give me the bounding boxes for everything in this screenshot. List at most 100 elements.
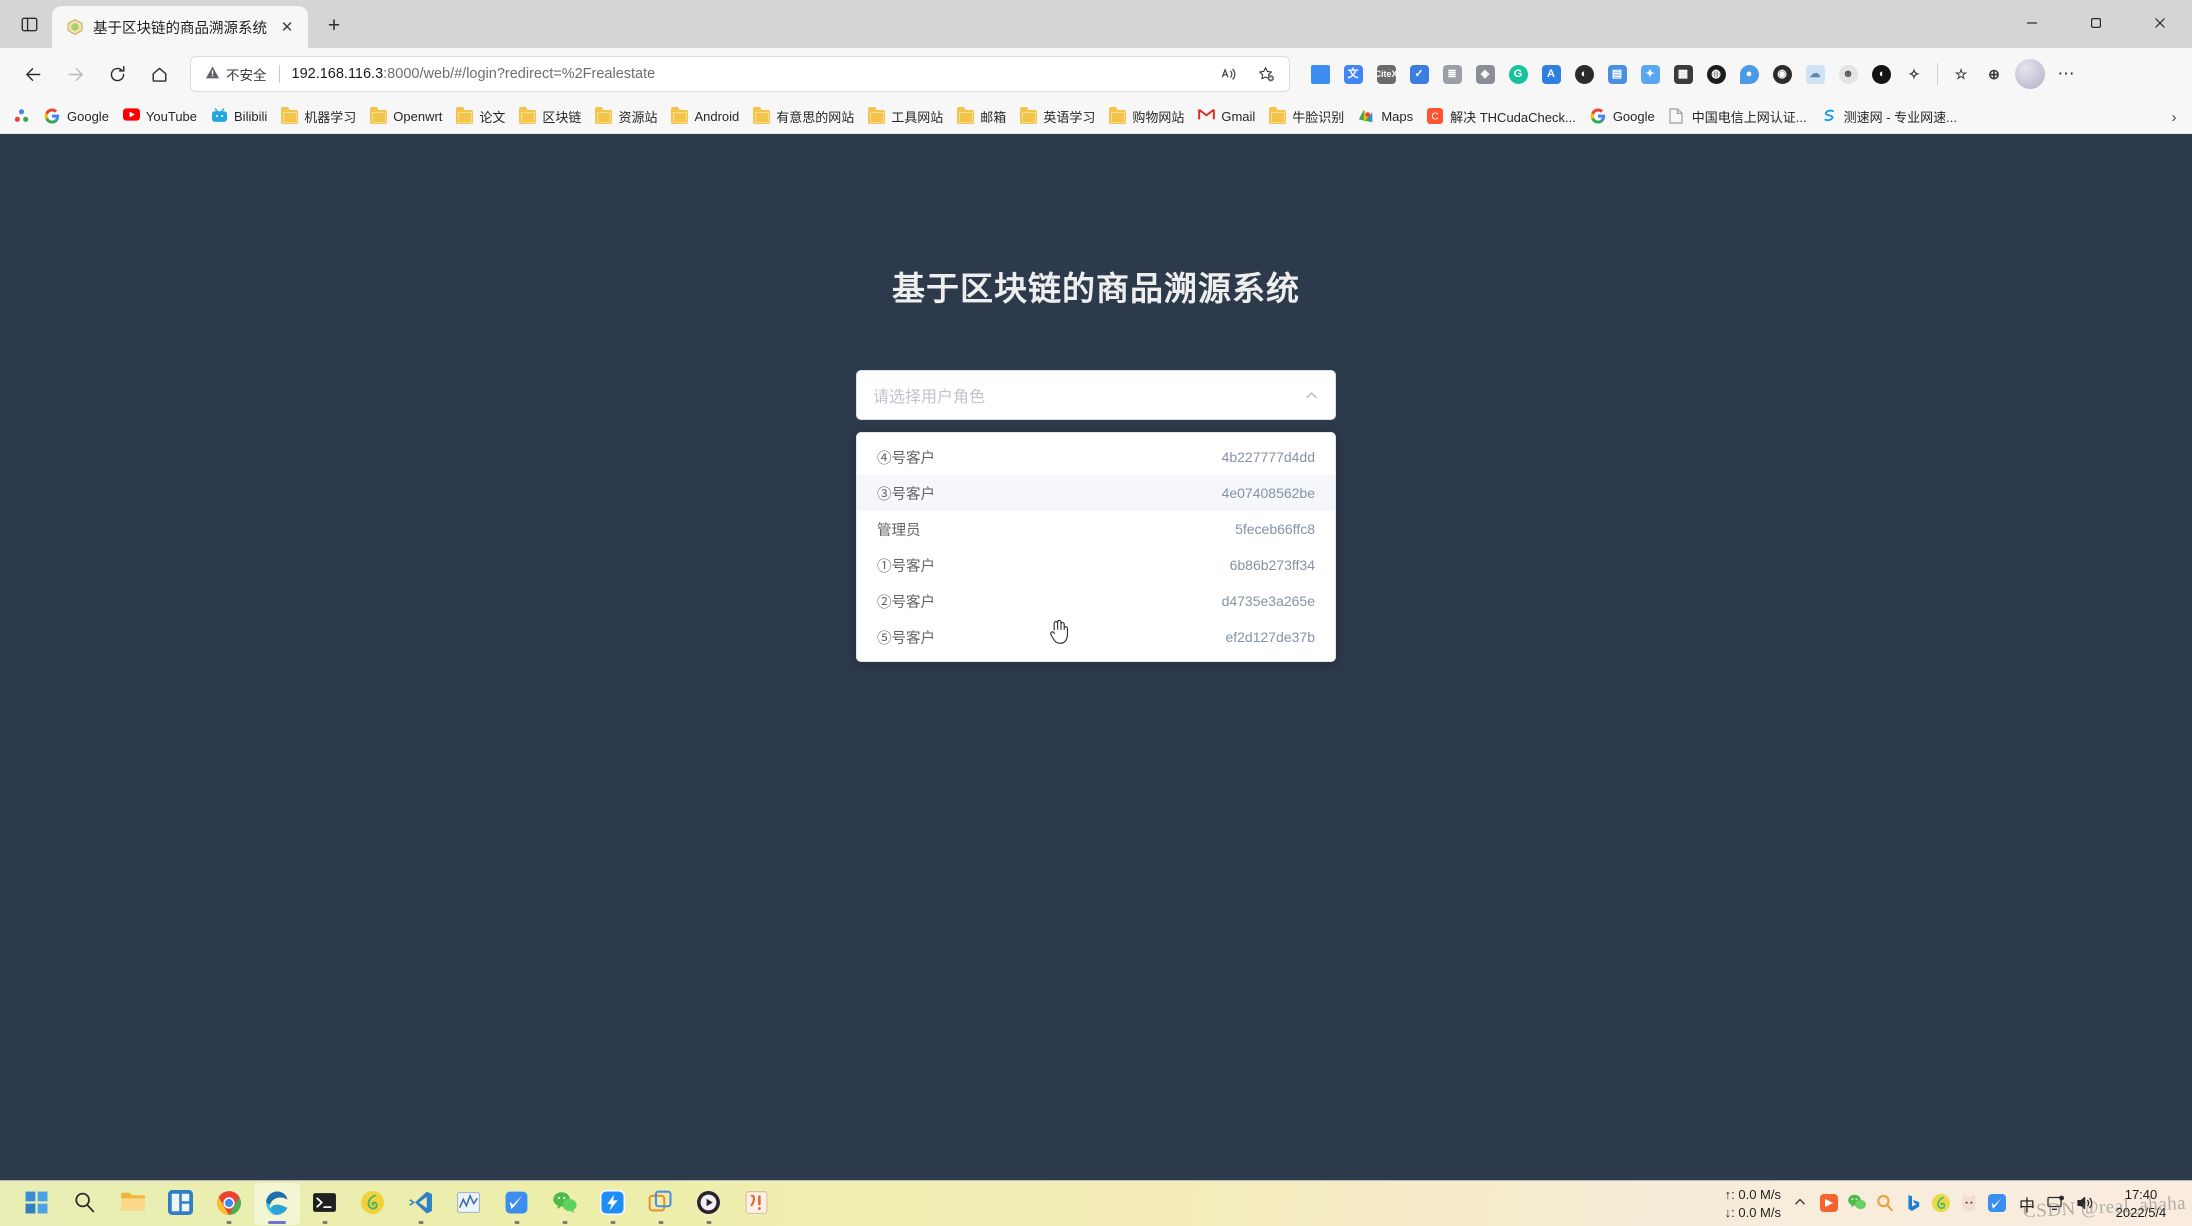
- bookmark-item[interactable]: 资源站: [588, 103, 664, 130]
- taskbar-item-media-player[interactable]: [686, 1183, 732, 1225]
- bookmark-item[interactable]: 区块链: [512, 103, 588, 130]
- extension-translate-icon[interactable]: 文: [1337, 58, 1369, 90]
- extension-foxmail-icon[interactable]: [1304, 58, 1336, 90]
- dropdown-option[interactable]: 管理员 5feceb66ffc8: [857, 511, 1335, 547]
- dropdown-option[interactable]: ③号客户 4e07408562be: [857, 475, 1335, 511]
- foxmail-tray-icon[interactable]: [1987, 1193, 2008, 1214]
- maximize-button[interactable]: [2064, 0, 2128, 46]
- bookmarks-overflow-icon[interactable]: ›: [2160, 100, 2188, 133]
- bookmark-item[interactable]: 邮箱: [950, 103, 1013, 130]
- dropdown-option[interactable]: ⑤号客户 ef2d127de37b: [857, 619, 1335, 655]
- bookmark-item[interactable]: Google: [1583, 104, 1662, 129]
- taskbar-item-start-button[interactable]: [14, 1183, 60, 1225]
- dropdown-option[interactable]: ②号客户 d4735e3a265e: [857, 583, 1335, 619]
- extension-scholar-icon[interactable]: CiteX: [1370, 58, 1402, 90]
- bing-tray-icon[interactable]: [1903, 1193, 1924, 1214]
- extension-cloud-icon[interactable]: ☁: [1799, 58, 1831, 90]
- taskbar-item-foxmail[interactable]: [494, 1183, 540, 1225]
- taskbar-item-microsoft-edge[interactable]: [254, 1182, 300, 1225]
- chevron-up-icon[interactable]: [1303, 387, 1319, 403]
- home-icon[interactable]: [140, 55, 178, 93]
- extension-adblock-icon[interactable]: A: [1535, 58, 1567, 90]
- tab-close-icon[interactable]: ✕: [276, 16, 298, 38]
- taskbar-item-remote-desktop[interactable]: [638, 1183, 684, 1225]
- new-tab-button[interactable]: +: [316, 8, 352, 44]
- bookmark-apps[interactable]: [6, 104, 37, 129]
- minimize-button[interactable]: [2000, 0, 2064, 46]
- bookmark-item[interactable]: Google: [37, 104, 116, 129]
- url-host: 192.168.116.3: [291, 66, 384, 82]
- role-select[interactable]: 请选择用户角色: [856, 370, 1336, 420]
- bookmark-item[interactable]: 论文: [449, 103, 512, 130]
- bookmark-item[interactable]: 英语学习: [1013, 103, 1102, 130]
- dropdown-option[interactable]: ④号客户 4b227777d4dd: [857, 439, 1335, 475]
- role-select-dropdown[interactable]: ④号客户 4b227777d4dd ③号客户 4e07408562be 管理员 5fece…: [856, 432, 1336, 662]
- reload-icon[interactable]: [98, 55, 136, 93]
- address-bar[interactable]: 不安全 192.168.116.3:8000/web/#/login?redir…: [190, 56, 1290, 92]
- extension-shield-icon[interactable]: ◈: [1469, 58, 1501, 90]
- browser-settings-more-icon[interactable]: ⋯: [2050, 58, 2082, 90]
- extension-foxmail2-icon[interactable]: ✦: [1634, 58, 1666, 90]
- tab-search-sidebar-button[interactable]: [6, 0, 52, 48]
- bookmark-item[interactable]: Android: [664, 104, 746, 129]
- bookmarks-bar: Google YouTube Bilibili 机器学习 Openwrt 论文 区块链 资源站…: [0, 100, 2192, 134]
- browser-tab[interactable]: 基于区块链的商品溯源系统 ✕: [52, 6, 308, 48]
- network-monitor-icon[interactable]: [2046, 1193, 2067, 1214]
- close-button[interactable]: [2128, 0, 2192, 46]
- ime-indicator[interactable]: 中: [2016, 1192, 2038, 1216]
- add-favorite-icon[interactable]: [1251, 59, 1281, 89]
- extension-glasses-icon[interactable]: ◍: [1700, 58, 1732, 90]
- extension-calculator-icon[interactable]: ▦: [1667, 58, 1699, 90]
- taskbar-clock[interactable]: 17:40 2022/5/4: [2104, 1186, 2178, 1220]
- extension-grammarly-icon[interactable]: G: [1502, 58, 1534, 90]
- bookmark-item[interactable]: Bilibili: [204, 104, 274, 129]
- bookmark-item[interactable]: Maps: [1351, 104, 1420, 129]
- bookmark-item[interactable]: Openwrt: [363, 104, 449, 129]
- forward-icon[interactable]: [56, 55, 94, 93]
- taskbar-item-wechat[interactable]: [542, 1183, 588, 1225]
- extension-checkmark-icon[interactable]: ✓: [1403, 58, 1435, 90]
- extension-face-icon[interactable]: ☻: [1832, 58, 1864, 90]
- taskbar-item-search-button[interactable]: [62, 1183, 108, 1225]
- bookmark-item[interactable]: YouTube: [116, 104, 204, 129]
- bookmark-item[interactable]: C 解决 THCudaCheck...: [1420, 103, 1583, 130]
- taskbar-item-netease-music[interactable]: [350, 1183, 396, 1225]
- bookmark-item[interactable]: Gmail: [1191, 104, 1262, 129]
- bookmark-item[interactable]: 牛脸识别: [1262, 103, 1351, 130]
- everything-tray-icon[interactable]: [1875, 1193, 1896, 1214]
- bookmark-item[interactable]: 测速网 - 专业网速...: [1814, 103, 1964, 130]
- collections-icon[interactable]: ☆: [1945, 58, 1977, 90]
- bookmark-item[interactable]: 工具网站: [861, 103, 950, 130]
- taskbar-item-google-chrome[interactable]: [206, 1183, 252, 1225]
- taskbar-item-task-manager[interactable]: [446, 1183, 492, 1225]
- security-status[interactable]: 不安全: [199, 64, 267, 84]
- browser-essentials-icon[interactable]: ⊕: [1978, 58, 2010, 90]
- xunlei-tray-icon[interactable]: [1819, 1193, 1840, 1214]
- tray-expand-icon[interactable]: [1789, 1195, 1811, 1212]
- taskbar-item-widgets[interactable]: [158, 1183, 204, 1225]
- bookmark-item[interactable]: 中国电信上网认证...: [1662, 103, 1814, 130]
- profile-avatar[interactable]: [2015, 59, 2045, 89]
- extension-puzzle-icon[interactable]: ◖: [1865, 58, 1897, 90]
- taskbar-item-dingtalk[interactable]: [590, 1183, 636, 1225]
- extension-darkmode-icon[interactable]: ◐: [1568, 58, 1600, 90]
- extension-clock-icon[interactable]: ◉: [1766, 58, 1798, 90]
- bookmark-item[interactable]: 机器学习: [274, 103, 363, 130]
- taskbar-item-terminal[interactable]: [302, 1183, 348, 1225]
- dropdown-option[interactable]: ①号客户 6b86b273ff34: [857, 547, 1335, 583]
- extension-notes-icon[interactable]: ≣: [1436, 58, 1468, 90]
- extension-reader-icon[interactable]: ▤: [1601, 58, 1633, 90]
- back-icon[interactable]: [14, 55, 52, 93]
- volume-icon[interactable]: [2075, 1193, 2096, 1214]
- taskbar-item-file-explorer[interactable]: [110, 1183, 156, 1225]
- netease-tray-icon[interactable]: [1931, 1193, 1952, 1214]
- tim-tray-icon[interactable]: [1959, 1193, 1980, 1214]
- bookmark-item[interactable]: 有意思的网站: [746, 103, 861, 130]
- bookmark-item[interactable]: 购物网站: [1102, 103, 1191, 130]
- read-aloud-icon[interactable]: [1213, 59, 1243, 89]
- wechat-tray-icon[interactable]: [1847, 1193, 1868, 1214]
- taskbar-item-wps-office[interactable]: [734, 1183, 780, 1225]
- extension-bookmark-manager-icon[interactable]: ✧: [1898, 58, 1930, 90]
- extension-location-icon[interactable]: ●: [1733, 58, 1765, 90]
- taskbar-item-vs-code[interactable]: [398, 1183, 444, 1225]
